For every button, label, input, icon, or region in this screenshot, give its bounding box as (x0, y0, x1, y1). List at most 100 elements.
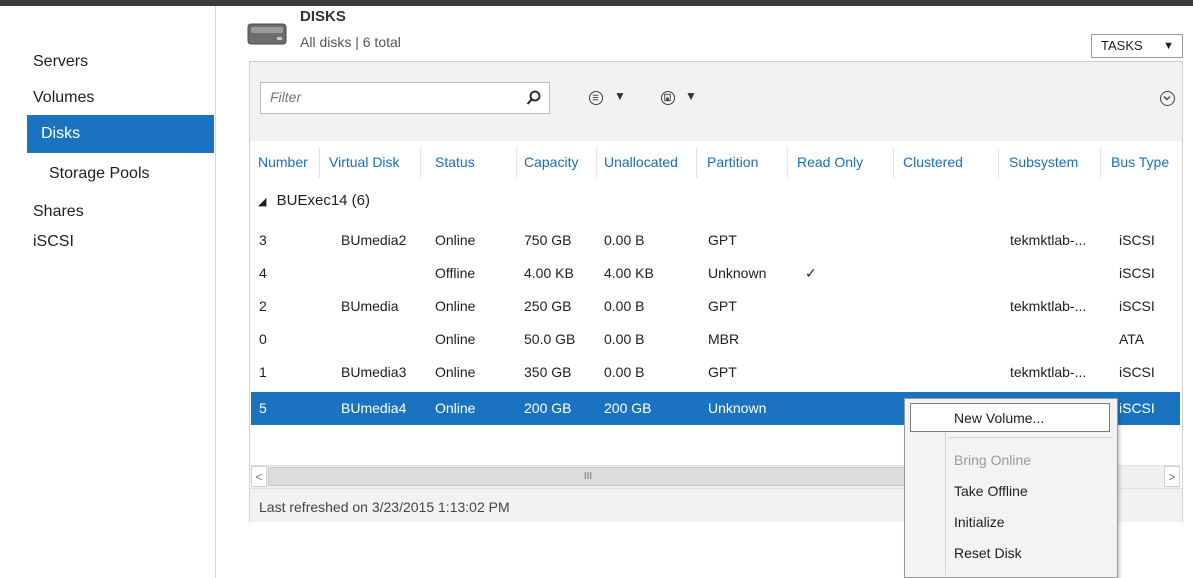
group-row-buexec14[interactable]: ◢ BUExec14 (6) (258, 192, 370, 209)
page-title: DISKS (300, 8, 346, 25)
sidebar-item-servers[interactable]: Servers (33, 49, 88, 75)
cell-partition: Unknown (708, 400, 767, 416)
save-dropdown-arrow-icon[interactable]: ▼ (685, 89, 697, 103)
menu-item-initialize[interactable]: Initialize (954, 514, 1005, 530)
cell-number: 5 (259, 400, 267, 416)
table-row[interactable]: 1 BUmedia3 Online 350 GB 0.00 B GPT tekm… (251, 356, 1180, 389)
table-row[interactable]: 3 BUmedia2 Online 750 GB 0.00 B GPT tekm… (251, 224, 1180, 257)
collapse-triangle-icon[interactable]: ◢ (258, 196, 266, 208)
menu-item-reset-disk[interactable]: Reset Disk (954, 545, 1022, 561)
cell-bus-type: iSCSI (1119, 265, 1155, 281)
sidebar-item-iscsi[interactable]: iSCSI (33, 229, 74, 255)
column-separator (893, 148, 894, 178)
column-header-unallocated[interactable]: Unallocated (604, 154, 678, 170)
column-header-subsystem[interactable]: Subsystem (1009, 154, 1078, 170)
cell-status: Online (435, 400, 476, 416)
sidebar-item-volumes[interactable]: Volumes (33, 85, 94, 111)
menu-separator (949, 437, 1113, 438)
column-separator (1100, 148, 1101, 178)
scroll-left-icon[interactable]: < (251, 466, 267, 487)
cell-subsystem: tekmktlab-... (1010, 298, 1087, 314)
cell-number: 0 (259, 331, 267, 347)
cell-unallocated: 0.00 B (604, 298, 645, 314)
cell-virtual-disk: BUmedia (341, 298, 399, 314)
cell-capacity: 4.00 KB (524, 265, 574, 281)
cell-bus-type: iSCSI (1119, 298, 1155, 314)
cell-unallocated: 0.00 B (604, 232, 645, 248)
cell-status: Online (435, 331, 476, 347)
cell-unallocated: 4.00 KB (604, 265, 654, 281)
page-subtitle: All disks | 6 total (300, 34, 401, 50)
cell-bus-type: iSCSI (1119, 232, 1155, 248)
column-separator (998, 148, 999, 178)
disk-icon (247, 23, 287, 45)
column-separator (696, 148, 697, 178)
cell-partition: MBR (708, 331, 740, 347)
cell-read-only: ✓ (805, 265, 817, 281)
tasks-button[interactable]: TASKS ▼ (1091, 34, 1183, 58)
cell-number: 4 (259, 265, 267, 281)
table-row[interactable]: 4 Offline 4.00 KB 4.00 KB Unknown ✓ iSCS… (251, 257, 1180, 290)
column-header-clustered[interactable]: Clustered (903, 154, 963, 170)
column-header-read-only[interactable]: Read Only (797, 154, 863, 170)
cell-subsystem: tekmktlab-... (1010, 364, 1087, 380)
menu-item-new-volume[interactable]: New Volume... (954, 410, 1044, 426)
cell-partition: Unknown (708, 265, 767, 281)
cell-bus-type: iSCSI (1119, 400, 1155, 416)
table-row[interactable]: 2 BUmedia Online 250 GB 0.00 B GPT tekmk… (251, 290, 1180, 323)
cell-partition: GPT (708, 364, 737, 380)
column-header-virtual-disk[interactable]: Virtual Disk (329, 154, 400, 170)
sidebar-item-shares[interactable]: Shares (33, 199, 84, 225)
table-row[interactable]: 0 Online 50.0 GB 0.00 B MBR ATA (251, 323, 1180, 356)
column-header-status[interactable]: Status (435, 154, 475, 170)
cell-capacity: 750 GB (524, 232, 572, 248)
save-icon[interactable] (661, 91, 675, 105)
menu-item-bring-online[interactable]: Bring Online (954, 452, 1031, 468)
tasks-label: TASKS (1101, 38, 1143, 53)
column-separator (787, 148, 788, 178)
filter-input[interactable]: Filter (260, 82, 550, 114)
cell-number: 2 (259, 298, 267, 314)
cell-number: 1 (259, 364, 267, 380)
column-separator (596, 148, 597, 178)
column-header-number[interactable]: Number (258, 154, 308, 170)
menu-item-take-offline[interactable]: Take Offline (954, 483, 1028, 499)
sidebar-nav: Servers Volumes Disks Storage Pools Shar… (0, 6, 216, 578)
cell-status: Online (435, 298, 476, 314)
cell-unallocated: 200 GB (604, 400, 652, 416)
panel-toolbar: Filter ▼ ▼ (250, 62, 1182, 141)
column-separator (319, 148, 320, 178)
column-separator (516, 148, 517, 178)
cell-status: Online (435, 232, 476, 248)
cell-subsystem: tekmktlab-... (1010, 232, 1087, 248)
sidebar-item-storage-pools[interactable]: Storage Pools (49, 161, 150, 187)
search-icon[interactable] (526, 90, 542, 106)
cell-status: Offline (435, 265, 476, 281)
sidebar-item-disks[interactable]: Disks (27, 115, 214, 153)
context-menu: New Volume... Bring Online Take Offline … (904, 398, 1118, 578)
list-options-icon[interactable] (589, 91, 603, 105)
column-header-partition[interactable]: Partition (707, 154, 758, 170)
cell-capacity: 200 GB (524, 400, 572, 416)
group-label: BUExec14 (6) (276, 192, 371, 209)
chevron-down-icon[interactable] (1160, 91, 1175, 106)
cell-status: Online (435, 364, 476, 380)
cell-bus-type: ATA (1119, 331, 1145, 347)
column-header-bus-type[interactable]: Bus Type (1111, 154, 1169, 170)
cell-partition: GPT (708, 232, 737, 248)
cell-virtual-disk: BUmedia3 (341, 364, 407, 380)
scrollbar-thumb[interactable]: III (268, 467, 908, 486)
column-header-capacity[interactable]: Capacity (524, 154, 578, 170)
cell-virtual-disk: BUmedia4 (341, 400, 407, 416)
cell-capacity: 250 GB (524, 298, 572, 314)
cell-bus-type: iSCSI (1119, 364, 1155, 380)
column-separator (420, 148, 421, 178)
cell-virtual-disk: BUmedia2 (341, 232, 407, 248)
cell-capacity: 350 GB (524, 364, 572, 380)
cell-number: 3 (259, 232, 267, 248)
cell-unallocated: 0.00 B (604, 331, 645, 347)
cell-unallocated: 0.00 B (604, 364, 645, 380)
scroll-right-icon[interactable]: > (1164, 466, 1180, 487)
list-dropdown-arrow-icon[interactable]: ▼ (614, 89, 626, 103)
cell-capacity: 50.0 GB (524, 331, 576, 347)
